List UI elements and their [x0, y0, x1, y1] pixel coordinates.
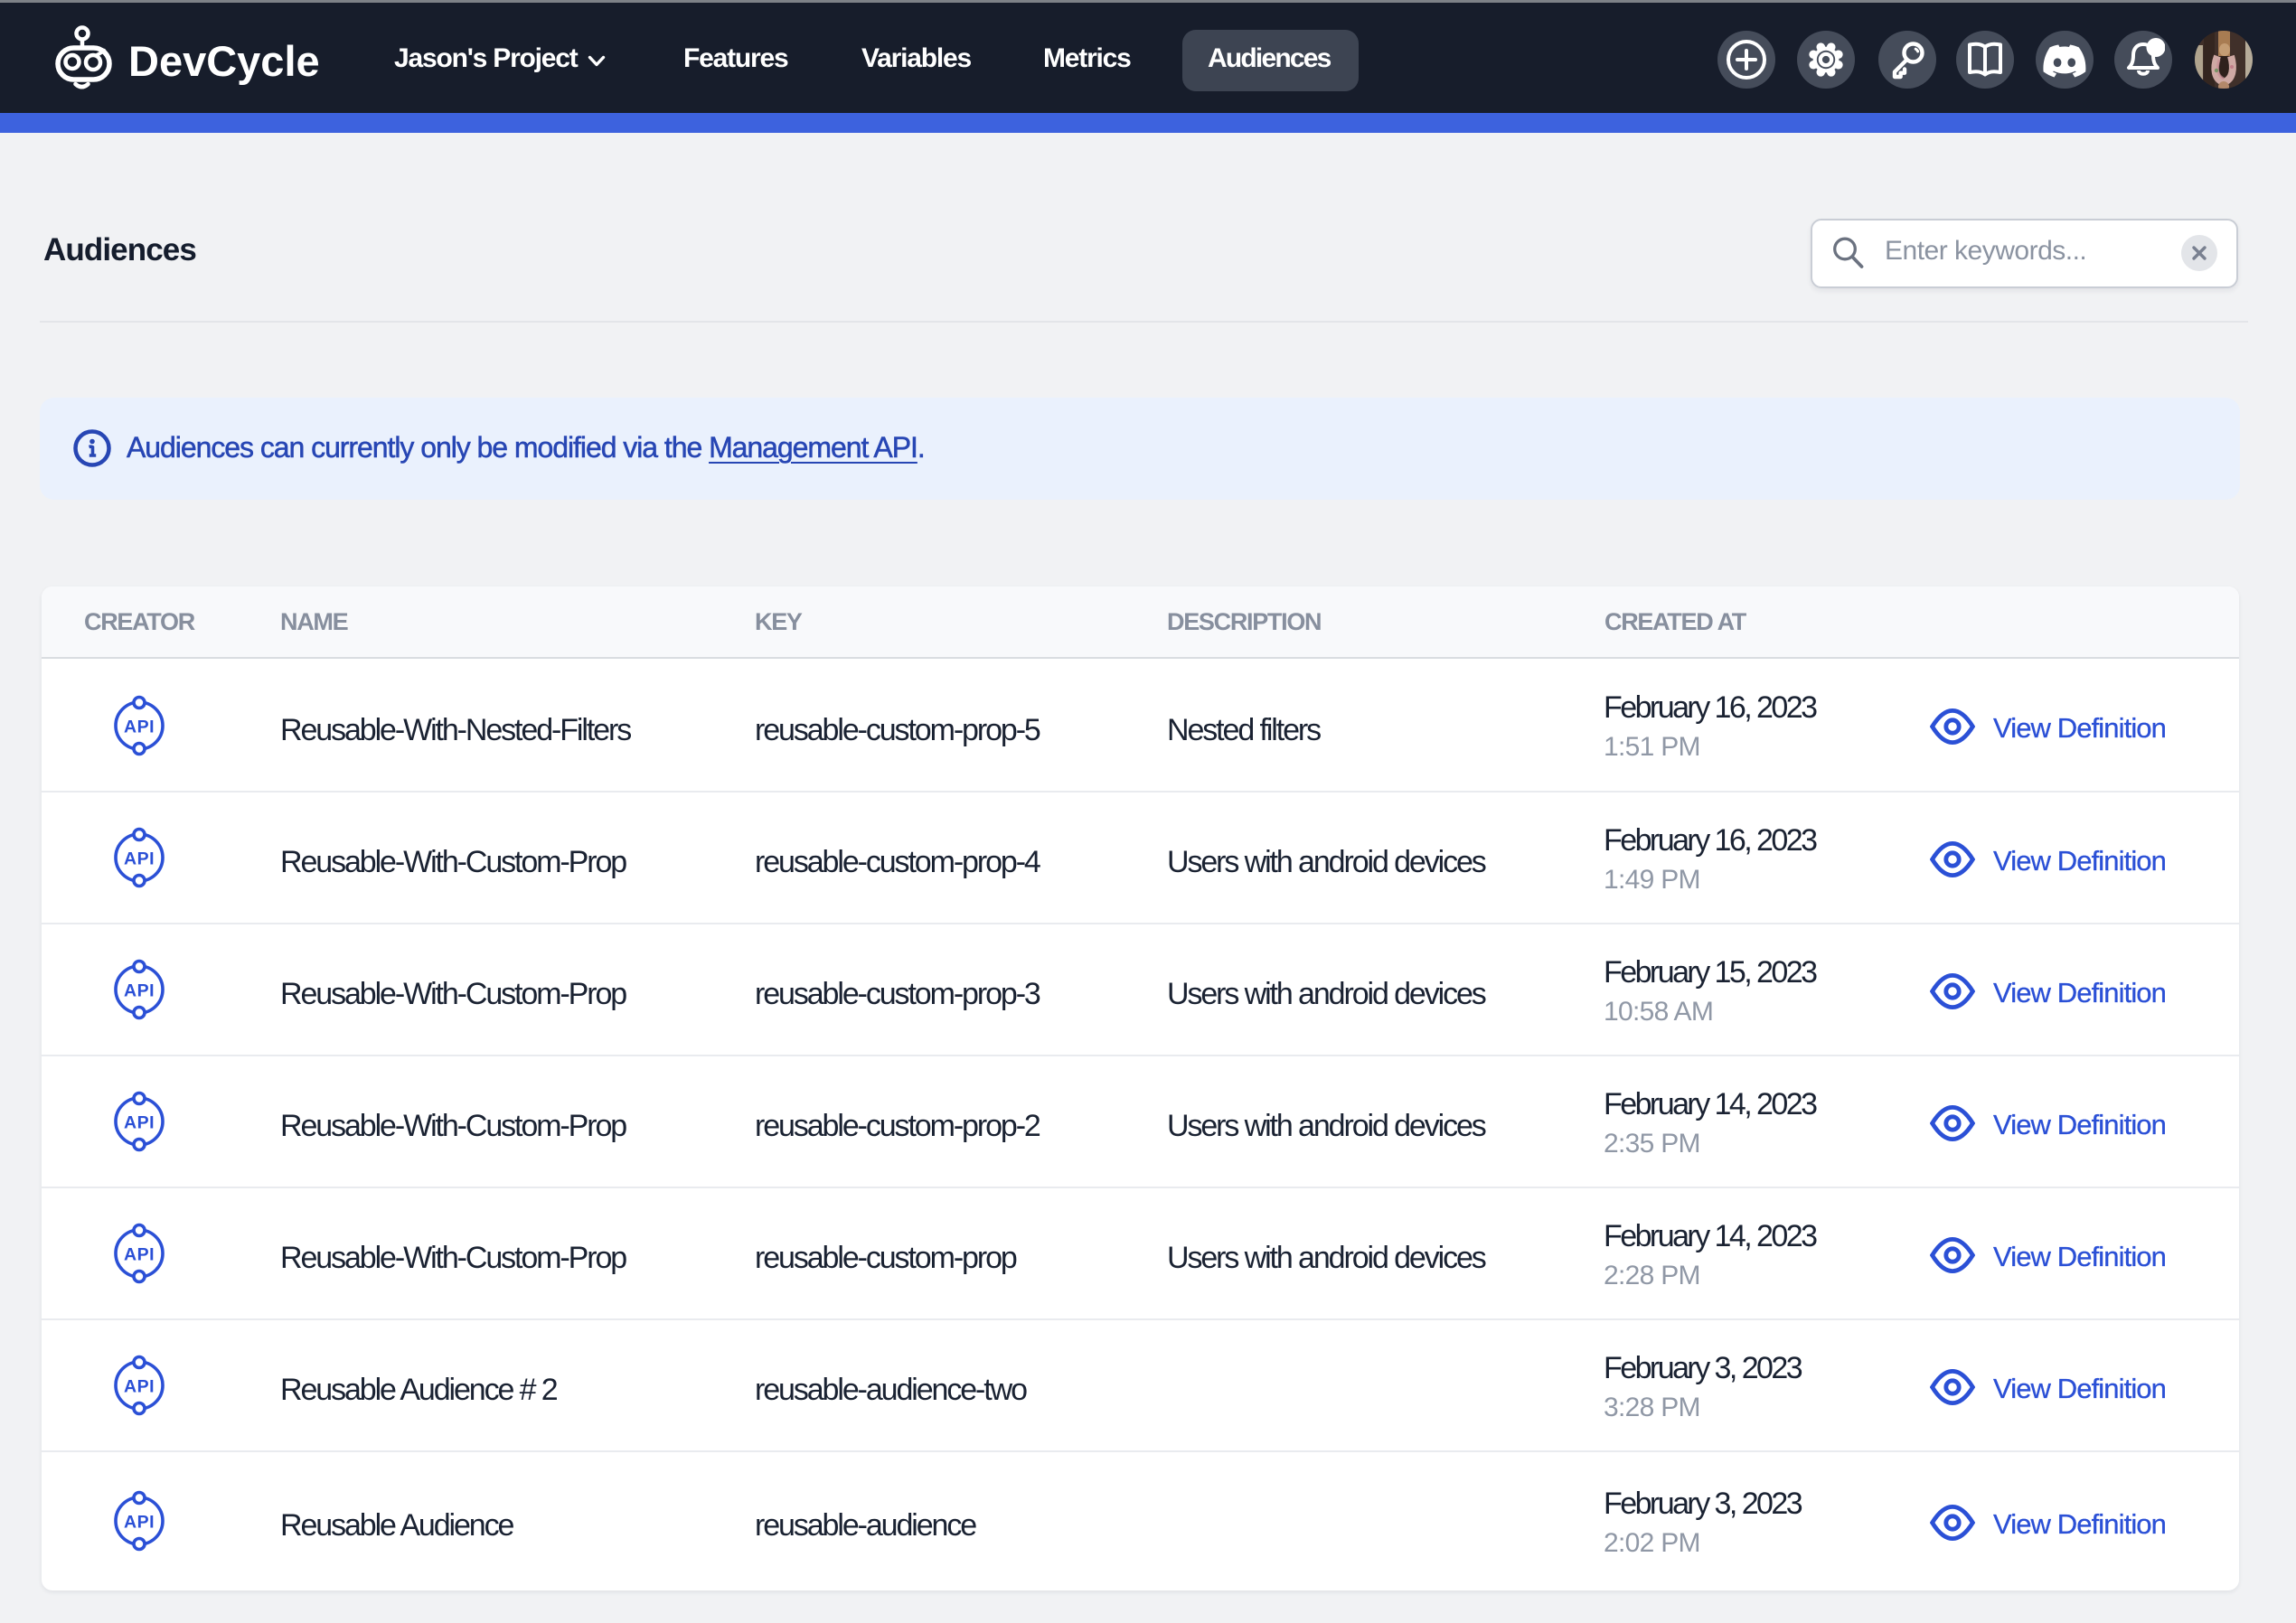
svg-text:API: API — [124, 849, 155, 869]
svg-text:API: API — [124, 1377, 155, 1397]
svg-text:API: API — [124, 717, 155, 736]
svg-text:API: API — [124, 1513, 155, 1533]
svg-text:API: API — [124, 981, 155, 1001]
svg-text:API: API — [124, 1245, 155, 1265]
svg-text:API: API — [124, 1113, 155, 1133]
